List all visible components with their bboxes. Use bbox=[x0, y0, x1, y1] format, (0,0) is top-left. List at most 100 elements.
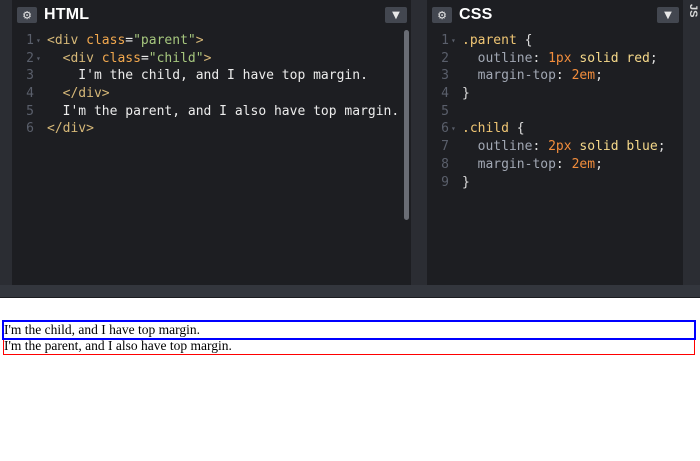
code-token: = bbox=[125, 33, 134, 48]
code-token: class bbox=[86, 33, 126, 48]
code-text: .child { bbox=[462, 120, 525, 138]
gear-icon: ⚙ bbox=[437, 8, 447, 22]
line-number: 3 bbox=[441, 68, 449, 84]
html-pane-title: HTML bbox=[44, 6, 90, 23]
child-div: I'm the child, and I have top margin. bbox=[2, 320, 696, 340]
line-number: 1 bbox=[26, 33, 34, 48]
child-text: I'm the child, and I have top margin. bbox=[4, 322, 201, 337]
code-token: > bbox=[195, 33, 204, 48]
line-number: 4 bbox=[441, 86, 449, 102]
code-line[interactable]: 3 margin-top: 2em; bbox=[427, 67, 683, 85]
code-token: margin-top bbox=[462, 156, 556, 172]
code-token: ; bbox=[595, 156, 603, 172]
parent-text: I'm the parent, and I also have top marg… bbox=[4, 338, 232, 353]
fold-arrow-icon[interactable]: ▾ bbox=[36, 32, 41, 50]
code-text: } bbox=[462, 85, 470, 103]
code-token: { bbox=[524, 33, 533, 48]
code-token: </div> bbox=[47, 121, 94, 137]
code-text: <div class="child"> bbox=[47, 50, 212, 68]
code-token: ; bbox=[595, 68, 603, 84]
html-settings-button[interactable]: ⚙ bbox=[17, 7, 37, 23]
css-settings-button[interactable]: ⚙ bbox=[432, 7, 452, 23]
html-editor-pane: ⚙ HTML ▼ 1 ▾ <div class="parent"> 2 ▾ <div c… bbox=[12, 0, 411, 285]
line-number: 3 bbox=[26, 68, 34, 84]
parent-div: I'm the child, and I have top margin. I'… bbox=[2, 320, 696, 355]
line-number: 2 bbox=[26, 50, 34, 66]
code-line[interactable]: 5 I'm the parent, and I also have top ma… bbox=[12, 103, 411, 121]
code-line[interactable]: 8 margin-top: 2em; bbox=[427, 156, 683, 174]
code-token: I'm the child, and I have top margin. bbox=[47, 68, 368, 84]
line-number: 2 bbox=[441, 50, 449, 66]
code-token: 1px bbox=[548, 50, 572, 66]
code-text: </div> bbox=[47, 85, 110, 103]
fold-arrow-icon[interactable]: ▾ bbox=[36, 50, 41, 68]
code-token: > bbox=[203, 50, 212, 66]
code-token: margin-top bbox=[462, 68, 556, 84]
line-number: 6 bbox=[26, 121, 34, 137]
code-text: .parent { bbox=[462, 32, 532, 50]
code-token: 2px bbox=[548, 139, 572, 155]
line-number: 8 bbox=[441, 156, 449, 172]
chevron-down-icon: ▼ bbox=[392, 9, 400, 21]
code-token: <div bbox=[47, 33, 87, 48]
line-number: 1 bbox=[441, 33, 449, 48]
line-number: 5 bbox=[441, 103, 449, 119]
code-line[interactable]: 4} bbox=[427, 85, 683, 103]
code-token: .parent bbox=[462, 33, 525, 48]
css-code-editor[interactable]: 1 ▾ .parent {2 outline: 1px solid red; 3 ma… bbox=[427, 32, 683, 285]
code-text: I'm the parent, and I also have top marg… bbox=[47, 103, 400, 121]
js-tab-label: JS bbox=[687, 4, 699, 18]
code-token: class bbox=[101, 50, 141, 66]
result-preview: I'm the child, and I have top margin. I'… bbox=[0, 298, 700, 461]
code-line[interactable]: 7 outline: 2px solid blue; bbox=[427, 138, 683, 156]
code-token: ; bbox=[649, 50, 658, 66]
css-editor-pane: ⚙ CSS ▼ 1 ▾ .parent {2 outline: 1px solid … bbox=[427, 0, 683, 285]
fold-arrow-icon[interactable]: ▾ bbox=[451, 120, 456, 138]
code-text: margin-top: 2em; bbox=[462, 67, 603, 85]
code-token: </div> bbox=[47, 86, 110, 102]
code-text: I'm the child, and I have top margin. bbox=[47, 67, 368, 85]
line-number: 6 bbox=[441, 121, 449, 137]
html-scrollbar[interactable] bbox=[404, 30, 409, 220]
code-token: "parent" bbox=[133, 33, 196, 48]
code-token: = bbox=[140, 50, 149, 66]
code-token: { bbox=[516, 121, 525, 137]
resize-handle[interactable] bbox=[0, 285, 700, 298]
html-pane-header: ⚙ HTML ▼ bbox=[12, 0, 411, 30]
code-line[interactable]: 1 ▾ .parent { bbox=[427, 32, 683, 50]
code-line[interactable]: 3 I'm the child, and I have top margin. bbox=[12, 67, 411, 85]
code-text: margin-top: 2em; bbox=[462, 156, 603, 174]
fold-arrow-icon[interactable]: ▾ bbox=[451, 32, 456, 50]
code-token: solid blue bbox=[571, 139, 658, 155]
line-number: 9 bbox=[441, 174, 449, 190]
css-pane-title: CSS bbox=[459, 6, 493, 23]
code-text: } bbox=[462, 174, 470, 192]
line-number: 4 bbox=[26, 86, 34, 102]
code-token: : bbox=[532, 139, 549, 155]
code-token: } bbox=[462, 86, 470, 102]
css-pane-header: ⚙ CSS ▼ bbox=[427, 0, 683, 30]
code-line[interactable]: 5 bbox=[427, 103, 683, 121]
html-collapse-button[interactable]: ▼ bbox=[385, 7, 407, 23]
editor-area: ⚙ HTML ▼ 1 ▾ <div class="parent"> 2 ▾ <div c… bbox=[0, 0, 700, 298]
code-token: : bbox=[555, 68, 572, 84]
line-number: 5 bbox=[26, 103, 34, 119]
code-line[interactable]: 9} bbox=[427, 174, 683, 192]
js-pane-tab[interactable]: JS bbox=[686, 0, 700, 285]
code-text: <div class="parent"> bbox=[47, 32, 204, 50]
code-token: : bbox=[555, 156, 572, 172]
code-line[interactable]: 1 ▾ <div class="parent"> bbox=[12, 32, 411, 50]
css-collapse-button[interactable]: ▼ bbox=[657, 7, 679, 23]
code-token: "child" bbox=[148, 50, 204, 66]
code-line[interactable]: 6 </div> bbox=[12, 120, 411, 138]
code-token: outline bbox=[462, 50, 533, 66]
line-number: 7 bbox=[441, 139, 449, 155]
code-line[interactable]: 6 ▾ .child { bbox=[427, 120, 683, 138]
code-line[interactable]: 2 outline: 1px solid red; bbox=[427, 50, 683, 68]
gear-icon: ⚙ bbox=[22, 8, 32, 22]
code-line[interactable]: 4 </div> bbox=[12, 85, 411, 103]
code-line[interactable]: 2 ▾ <div class="child"> bbox=[12, 50, 411, 68]
chevron-down-icon: ▼ bbox=[664, 9, 672, 21]
html-code-editor[interactable]: 1 ▾ <div class="parent"> 2 ▾ <div class="chi… bbox=[12, 32, 411, 285]
code-token: .child bbox=[462, 121, 517, 137]
